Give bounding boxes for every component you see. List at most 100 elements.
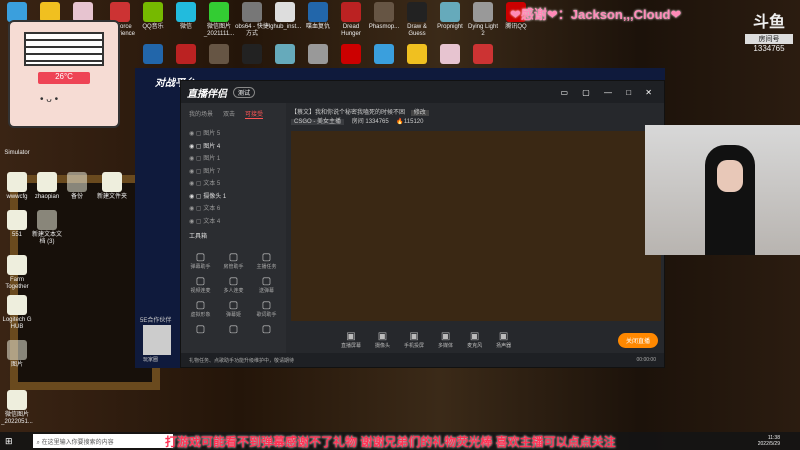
title-bar: 直播伴侣 测试 ▭ ▢ — □ ✕ (181, 81, 664, 103)
tool-button[interactable]: 房管助手 (220, 252, 247, 270)
file-icon (7, 210, 27, 230)
windows-start-icon[interactable]: ⊞ (5, 436, 13, 447)
eye-icon[interactable]: ◉ (189, 219, 194, 225)
system-clock[interactable]: 11:38 2022/5/29 (758, 435, 800, 447)
desktop-icon[interactable]: 微信图片_2022051... (0, 390, 34, 426)
desktop-icon[interactable] (466, 44, 500, 66)
room-info: 房间 1334765 (351, 119, 389, 125)
desktop-icon[interactable]: QQ音乐 (136, 2, 170, 31)
desktop-icon[interactable]: Propnight (433, 2, 467, 31)
desktop-icon[interactable]: wwwcfg (0, 172, 34, 201)
taskbar-search[interactable]: ⌕ 在这里输入你要搜索的内容 (32, 434, 173, 448)
app-icon (176, 44, 196, 64)
desktop-icon[interactable] (235, 44, 269, 66)
file-icon (7, 172, 27, 192)
webcam-overlay (645, 125, 800, 255)
eye-icon[interactable]: ◉ (189, 144, 194, 150)
layer-item[interactable]: ◉ ▢ 文本 5 (181, 175, 286, 188)
edit-title-button[interactable]: 修改 (410, 110, 429, 116)
app-icon (341, 2, 361, 22)
desktop-icon[interactable]: lghub_inst... (268, 2, 302, 31)
source-button[interactable]: ▣ 麦克风 (467, 331, 482, 349)
desktop-icon[interactable]: Phasmop... (367, 2, 401, 31)
app-icon (440, 44, 460, 64)
partner-avatar (143, 325, 171, 355)
app-icon (407, 2, 427, 22)
layer-item[interactable]: ◉ ▢ 文本 4 (181, 213, 286, 226)
tool-button[interactable] (253, 324, 280, 335)
desktop-icon[interactable]: Draw & Guess (400, 2, 434, 38)
eye-icon[interactable]: ◉ (189, 206, 194, 212)
scene-tab[interactable]: 我的场景 (189, 109, 213, 119)
tool-button[interactable]: 歌词助手 (253, 300, 280, 318)
desktop-icon[interactable] (136, 44, 170, 66)
heat-count: 115120 (403, 119, 424, 125)
source-button[interactable]: ▣ 扬声器 (496, 331, 511, 349)
desktop-icon[interactable]: 新建文件夹 (95, 172, 129, 201)
desktop-icon[interactable]: 新建文本文档 (3) (30, 210, 64, 246)
scene-tab[interactable]: 可接受 (245, 109, 264, 119)
tool-button[interactable]: 弹幕姬 (220, 300, 247, 318)
file-icon (102, 172, 122, 192)
source-button[interactable]: ▣ 多媒体 (438, 331, 453, 349)
desktop-icon[interactable]: 微信图片_2021111... (202, 2, 236, 38)
desktop-icon[interactable] (367, 44, 401, 66)
layer-item[interactable]: ◉ ▢ 图片 1 (181, 150, 286, 163)
layer-item[interactable]: ◉ ▢ 图片 7 (181, 163, 286, 176)
layer-item[interactable]: ◉ ▢ 图片 4 (181, 138, 286, 151)
scene-tab[interactable]: 双击 (223, 109, 235, 119)
tool-button[interactable] (187, 324, 214, 335)
desktop-icon[interactable]: obs64 - 快捷方式 (235, 2, 269, 38)
window-controls[interactable]: ▭ ▢ — □ ✕ (560, 88, 658, 97)
beta-badge[interactable]: 测试 (233, 86, 256, 98)
tool-button[interactable]: 视频连麦 (187, 276, 214, 294)
tool-button[interactable]: 主播任务 (253, 252, 280, 270)
streaming-app-window: 直播伴侣 测试 ▭ ▢ — □ ✕ 【蔡文】我和你说个秘密我嗑死的时候不困 修改… (180, 80, 665, 368)
app-icon (275, 44, 295, 64)
category[interactable]: CSGO - 美女主播 (291, 119, 345, 125)
desktop-icon[interactable] (301, 44, 335, 66)
eye-icon[interactable]: ◉ (189, 169, 194, 175)
eye-icon[interactable]: ◉ (189, 194, 194, 200)
desktop-icon[interactable]: 图片 (0, 340, 34, 369)
stream-preview (291, 131, 661, 321)
app-icon (7, 2, 27, 22)
eye-icon[interactable]: ◉ (189, 131, 194, 137)
desktop-icon[interactable]: 备份 (60, 172, 94, 201)
desktop-icon[interactable]: Dread Hunger (334, 2, 368, 38)
mascot-face: • ᴗ • (40, 94, 59, 105)
desktop-icon[interactable]: 551 (0, 210, 34, 239)
layer-item[interactable]: ◉ ▢ 文本 6 (181, 200, 286, 213)
app-icon (110, 2, 130, 22)
tool-button[interactable]: 虚拟形象 (187, 300, 214, 318)
eye-icon[interactable]: ◉ (189, 156, 194, 162)
source-button[interactable]: ▣ 摄像头 (375, 331, 390, 349)
tool-button[interactable]: 多人连麦 (220, 276, 247, 294)
desktop-icon[interactable]: Logitech G HUB (0, 295, 34, 331)
desktop-icon[interactable] (334, 44, 368, 66)
desktop-icon[interactable]: zhaopian (30, 172, 64, 201)
desktop-icon[interactable] (169, 44, 203, 66)
tool-button[interactable]: 送弹幕 (253, 276, 280, 294)
temperature-readout: 26°C (38, 72, 90, 84)
tool-button[interactable] (220, 324, 247, 335)
source-button[interactable]: ▣ 手机投屏 (404, 331, 424, 349)
desktop-icon[interactable] (433, 44, 467, 66)
desktop-icon[interactable]: 喋血复仇 (301, 2, 335, 31)
notice: 礼物任务、点歌助手功能升级维护中，敬请期待 (189, 358, 295, 364)
layer-item[interactable]: ◉ ▢ 图片 5 (181, 125, 286, 138)
eye-icon[interactable]: ◉ (189, 181, 194, 187)
desktop-icon[interactable]: Simulator (0, 150, 34, 157)
desktop-icon[interactable]: 微信 (169, 2, 203, 31)
desktop-icon[interactable] (268, 44, 302, 66)
source-button[interactable]: ▣ 直播屏幕 (341, 331, 361, 349)
stop-live-button[interactable]: 关闭直播 (617, 332, 658, 348)
desktop-icon[interactable] (202, 44, 236, 66)
douyu-logo: 斗鱼 (752, 14, 785, 31)
desktop-icon[interactable]: Farm Together (0, 255, 34, 291)
layer-item[interactable]: ◉ ▢ 摄像头 1 (181, 188, 286, 201)
desktop-icon[interactable]: Dying Light 2 (466, 2, 500, 38)
desktop-icon[interactable] (400, 44, 434, 66)
subtitle-banner: 打游戏可能看不到弹幕感谢不了礼物 谢谢兄弟们的礼物荧光棒 喜欢主播可以点点关注 (165, 435, 616, 449)
tool-button[interactable]: 弹幕助手 (187, 252, 214, 270)
